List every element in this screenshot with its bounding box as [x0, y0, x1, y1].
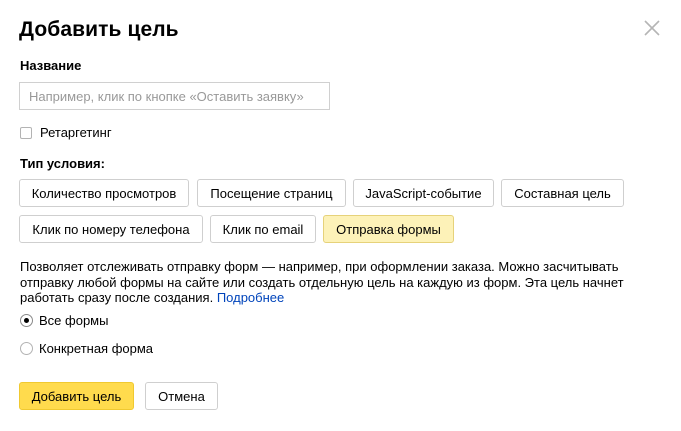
radio-specific-form-label: Конкретная форма	[39, 341, 154, 356]
retargeting-checkbox-row[interactable]: Ретаргетинг	[20, 125, 112, 140]
description-line-2: отправку любой формы на сайте или создат…	[20, 274, 624, 290]
condition-option-views[interactable]: Количество просмотров	[19, 179, 189, 207]
radio-all-forms-label: Все формы	[39, 313, 109, 328]
add-goal-button[interactable]: Добавить цель	[19, 382, 134, 410]
radio-specific-form-row[interactable]: Конкретная форма	[20, 341, 153, 356]
description-line-3: работать сразу после создания. Подробнее	[20, 290, 620, 306]
dialog-title: Добавить цель	[19, 18, 179, 41]
retargeting-label: Ретаргетинг	[40, 125, 112, 140]
more-info-link[interactable]: Подробнее	[217, 290, 284, 305]
condition-type-label: Тип условия:	[20, 156, 105, 171]
condition-description: Позволяет отслеживать отправку форм — на…	[20, 259, 624, 306]
condition-option-page-visits[interactable]: Посещение страниц	[197, 179, 346, 207]
radio-all-forms-row[interactable]: Все формы	[20, 313, 108, 328]
condition-option-composite-goal[interactable]: Составная цель	[501, 179, 624, 207]
condition-option-form-submit[interactable]: Отправка формы	[323, 215, 454, 243]
description-line-1: Позволяет отслеживать отправку форм — на…	[20, 259, 619, 274]
condition-option-javascript-event[interactable]: JavaScript-событие	[353, 179, 494, 207]
name-label: Название	[20, 58, 82, 73]
goal-name-input[interactable]	[19, 82, 330, 110]
condition-option-email-click[interactable]: Клик по email	[210, 215, 316, 243]
radio-all-forms[interactable]	[20, 314, 33, 327]
condition-option-phone-click[interactable]: Клик по номеру телефона	[19, 215, 203, 243]
close-icon[interactable]	[640, 16, 664, 40]
add-goal-dialog: Добавить цель Название Ретаргетинг Тип у…	[0, 0, 681, 431]
radio-specific-form[interactable]	[20, 342, 33, 355]
cancel-button[interactable]: Отмена	[145, 382, 218, 410]
retargeting-checkbox[interactable]	[20, 126, 32, 139]
description-line-3-text: работать сразу после создания.	[20, 290, 214, 305]
